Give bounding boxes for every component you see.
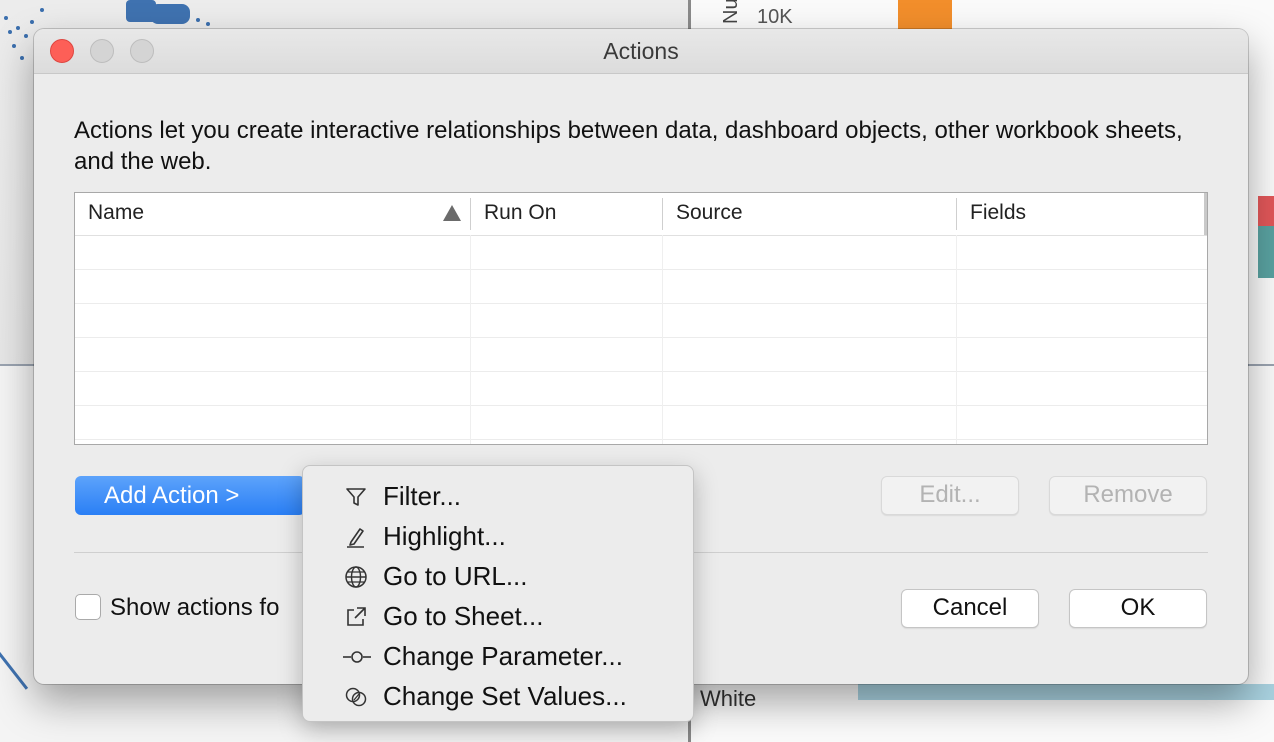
column-header-label: Run On bbox=[484, 201, 557, 224]
column-header-label: Name bbox=[88, 201, 145, 224]
dialog-description: Actions let you create interactive relat… bbox=[74, 117, 1183, 175]
column-gridline bbox=[470, 235, 471, 444]
globe-icon bbox=[345, 566, 367, 588]
sort-ascending-icon bbox=[443, 205, 461, 221]
table-row[interactable] bbox=[75, 371, 1207, 406]
table-row[interactable] bbox=[75, 337, 1207, 372]
column-header-fields[interactable]: Fields bbox=[957, 193, 1205, 235]
menu-item-label: Change Parameter... bbox=[383, 641, 623, 671]
table-scroll-edge bbox=[1204, 193, 1207, 235]
menu-item-go-to-sheet[interactable]: Go to Sheet... bbox=[303, 597, 693, 637]
add-action-button[interactable]: Add Action > bbox=[75, 476, 305, 515]
table-row[interactable] bbox=[75, 235, 1207, 270]
menu-item-change-set-values[interactable]: Change Set Values... bbox=[303, 677, 693, 717]
ok-button[interactable]: OK bbox=[1069, 589, 1207, 628]
chart-bar bbox=[1258, 226, 1274, 278]
dialog-title: Actions bbox=[603, 38, 679, 64]
cancel-button[interactable]: Cancel bbox=[901, 589, 1039, 628]
axis-tick-label: 10K bbox=[757, 6, 793, 28]
parameter-icon bbox=[343, 651, 371, 663]
table-row[interactable] bbox=[75, 405, 1207, 440]
remove-button[interactable]: Remove bbox=[1049, 476, 1207, 515]
column-header-label: Fields bbox=[970, 201, 1027, 224]
axis-label: Nu bbox=[720, 0, 742, 24]
add-action-menu: Filter... Highlight... Go to URL... Go t… bbox=[302, 465, 694, 722]
menu-item-label: Change Set Values... bbox=[383, 681, 627, 711]
set-values-icon bbox=[345, 687, 367, 707]
chart-bar bbox=[858, 684, 1274, 700]
column-header-run-on[interactable]: Run On bbox=[471, 193, 662, 235]
column-gridline bbox=[956, 235, 957, 444]
table-header: Name Run On Source Fields bbox=[75, 193, 1207, 236]
map-point bbox=[40, 8, 44, 12]
map-point bbox=[206, 22, 210, 26]
menu-item-label: Go to Sheet... bbox=[383, 601, 544, 631]
menu-item-label: Filter... bbox=[383, 481, 462, 511]
map-point bbox=[196, 18, 200, 22]
column-header-name[interactable]: Name bbox=[75, 193, 470, 235]
menu-item-filter[interactable]: Filter... bbox=[303, 477, 693, 517]
column-gridline bbox=[662, 235, 663, 444]
external-link-icon bbox=[347, 607, 366, 626]
table-row[interactable] bbox=[75, 303, 1207, 338]
map-point bbox=[12, 44, 16, 48]
map-point bbox=[20, 56, 24, 60]
actions-table[interactable]: Name Run On Source Fields bbox=[74, 192, 1208, 445]
map-point bbox=[4, 16, 8, 20]
chart-line bbox=[0, 640, 29, 690]
menu-item-change-parameter[interactable]: Change Parameter... bbox=[303, 637, 693, 677]
chart-bar bbox=[1258, 196, 1274, 226]
map-point bbox=[16, 26, 20, 30]
menu-item-label: Highlight... bbox=[383, 521, 506, 551]
chart-bar bbox=[898, 0, 952, 32]
column-header-label: Source bbox=[676, 201, 743, 224]
map-point bbox=[30, 20, 34, 24]
show-actions-checkbox[interactable] bbox=[75, 594, 101, 620]
menu-item-go-to-url[interactable]: Go to URL... bbox=[303, 557, 693, 597]
table-row[interactable] bbox=[75, 269, 1207, 304]
highlight-pen-icon bbox=[347, 528, 364, 548]
title-bar[interactable]: Actions bbox=[34, 29, 1248, 74]
menu-item-label: Go to URL... bbox=[383, 561, 528, 591]
show-actions-checkbox-label[interactable]: Show actions fo bbox=[110, 594, 279, 622]
map-point bbox=[8, 30, 12, 34]
map-region bbox=[150, 4, 190, 24]
map-point bbox=[24, 34, 28, 38]
edit-button[interactable]: Edit... bbox=[881, 476, 1019, 515]
column-header-source[interactable]: Source bbox=[663, 193, 956, 235]
chart-category-label: White bbox=[700, 686, 757, 711]
menu-item-highlight[interactable]: Highlight... bbox=[303, 517, 693, 557]
filter-icon bbox=[346, 488, 366, 506]
